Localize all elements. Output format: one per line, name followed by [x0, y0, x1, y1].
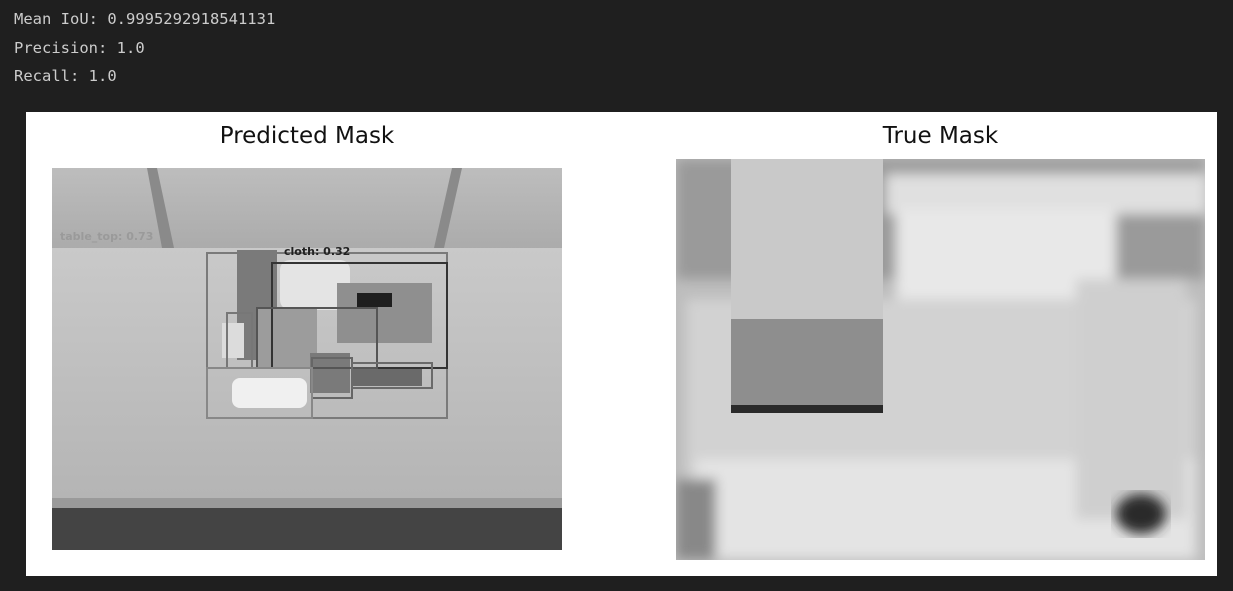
object-bottle-small	[222, 323, 244, 358]
floor-region	[52, 508, 562, 550]
mask-dark-spot	[1116, 494, 1166, 534]
object-bar	[352, 368, 422, 386]
predicted-mask-image: cloth: 0.32 table_top: 0.73	[52, 168, 562, 550]
true-mask-title: True Mask	[882, 123, 999, 149]
precision-line: Precision: 1.0	[14, 38, 145, 57]
mean-iou-line: Mean IoU: 0.9995292918541131	[14, 10, 276, 28]
recall-line: Recall: 1.0	[14, 67, 117, 85]
mask-block-light	[731, 159, 883, 327]
object-tube	[232, 378, 307, 408]
detection-label-table-top: table_top: 0.73	[60, 230, 153, 243]
object-dark-item	[357, 293, 392, 307]
object-box	[257, 308, 317, 368]
true-mask-image	[676, 159, 1205, 560]
mask-block-dark	[731, 319, 883, 409]
cell-output: Mean IoU: 0.9995292918541131 Precision: 1…	[14, 5, 275, 91]
object-bag	[337, 283, 432, 343]
detection-label-cloth: cloth: 0.32	[284, 245, 350, 258]
output-figure: Predicted Mask True Mask cloth: 0.32 tab…	[26, 112, 1217, 576]
table-edge	[52, 498, 562, 508]
mask-block-edge	[731, 405, 883, 413]
predicted-mask-title: Predicted Mask	[219, 123, 395, 149]
